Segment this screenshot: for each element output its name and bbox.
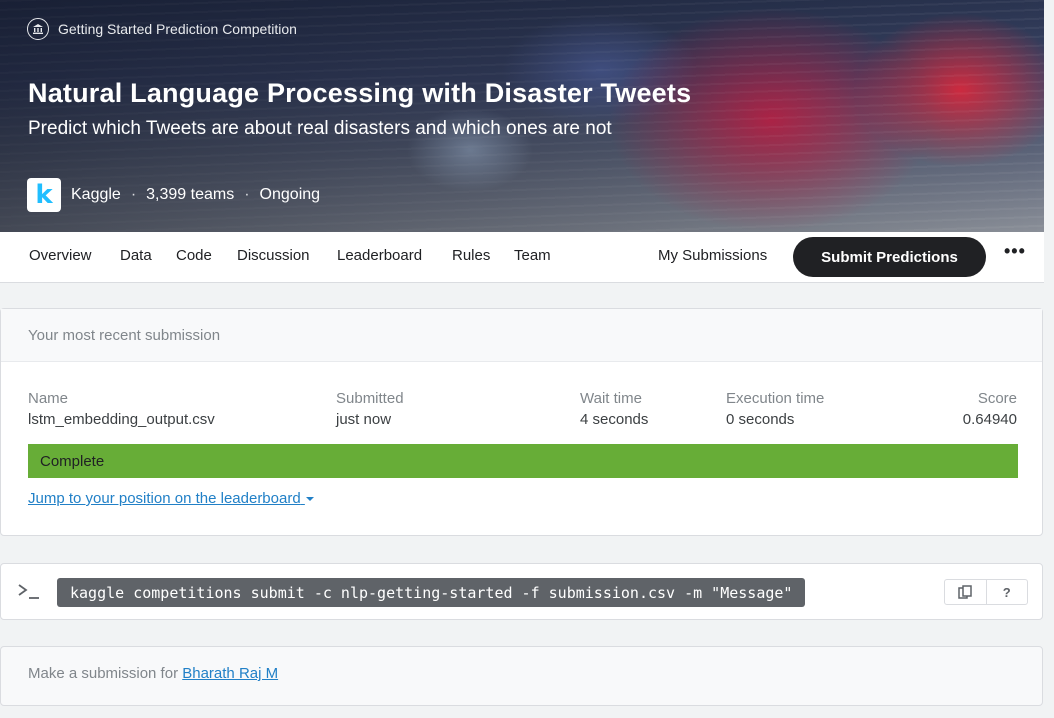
help-button[interactable]: ? [985, 580, 1028, 604]
tab-overview[interactable]: Overview [29, 247, 92, 264]
submitted-label: Submitted [336, 390, 404, 407]
cli-command-text[interactable]: kaggle competitions submit -c nlp-gettin… [57, 578, 806, 607]
submitted-value: just now [336, 411, 392, 428]
score-value: 0.64940 [962, 411, 1017, 428]
team-count: 3,399 teams [146, 186, 235, 203]
file-name: lstm_embedding_output.csv [28, 411, 215, 428]
bank-icon [27, 18, 49, 40]
kaggle-logo-icon[interactable]: k [27, 178, 61, 212]
recent-submission-card: Your most recent submission Name lstm_em… [0, 308, 1043, 536]
score-label: Score [977, 390, 1017, 407]
make-submission-label: Make a submission for [28, 665, 183, 682]
jump-link-label: Jump to your position on the leaderboard [28, 490, 301, 507]
user-profile-link[interactable]: Bharath Raj M [182, 665, 278, 682]
competition-title: Natural Language Processing with Disaste… [28, 78, 692, 108]
clipboard-icon [958, 584, 972, 599]
execution-time-value: 0 seconds [726, 411, 795, 428]
tab-code[interactable]: Code [176, 247, 212, 264]
wait-time-column: Wait time 4 seconds [580, 390, 648, 428]
more-options-icon[interactable]: ••• [1004, 241, 1026, 262]
tab-team[interactable]: Team [514, 247, 551, 264]
my-submissions-link[interactable]: My Submissions [658, 247, 767, 264]
score-column: Score 0.64940 [963, 390, 1017, 428]
wait-time-value: 4 seconds [580, 411, 649, 428]
competition-header: Getting Started Prediction Competition N… [0, 0, 1044, 232]
cli-actions: ? [944, 579, 1028, 605]
copy-command-button[interactable] [945, 580, 986, 604]
jump-to-leaderboard-link[interactable]: Jump to your position on the leaderboard [28, 490, 315, 507]
tab-leaderboard[interactable]: Leaderboard [337, 247, 422, 264]
make-submission-text: Make a submission for Bharath Raj M [28, 665, 278, 682]
status-complete-bar: Complete [28, 444, 1018, 478]
execution-time-column: Execution time 0 seconds [726, 390, 824, 428]
submitted-column: Submitted just now [336, 390, 404, 428]
competition-status: Ongoing [259, 186, 321, 203]
tab-data[interactable]: Data [120, 247, 152, 264]
submission-name-column: Name lstm_embedding_output.csv [28, 390, 215, 428]
make-submission-card: Make a submission for Bharath Raj M [0, 646, 1043, 706]
cli-command-card: kaggle competitions submit -c nlp-gettin… [0, 563, 1043, 620]
wait-time-label: Wait time [580, 390, 642, 407]
competition-meta: k Kaggle · 3,399 teams · Ongoing [27, 178, 320, 212]
host-name[interactable]: Kaggle [71, 186, 121, 204]
separator: · [244, 186, 250, 203]
separator: · [130, 186, 137, 203]
competition-type-label: Getting Started Prediction Competition [58, 21, 297, 37]
tab-rules[interactable]: Rules [452, 247, 490, 264]
tab-discussion[interactable]: Discussion [237, 247, 310, 264]
recent-submission-header: Your most recent submission [1, 309, 1042, 362]
execution-time-label: Execution time [726, 390, 825, 407]
terminal-prompt-icon [17, 582, 41, 605]
competition-type-tag: Getting Started Prediction Competition [27, 18, 297, 40]
competition-subtitle: Predict which Tweets are about real disa… [28, 118, 612, 139]
caret-down-icon [305, 497, 314, 502]
competition-nav: Overview Data Code Discussion Leaderboar… [0, 232, 1044, 283]
name-label: Name [28, 390, 69, 407]
submit-predictions-button[interactable]: Submit Predictions [793, 237, 986, 277]
